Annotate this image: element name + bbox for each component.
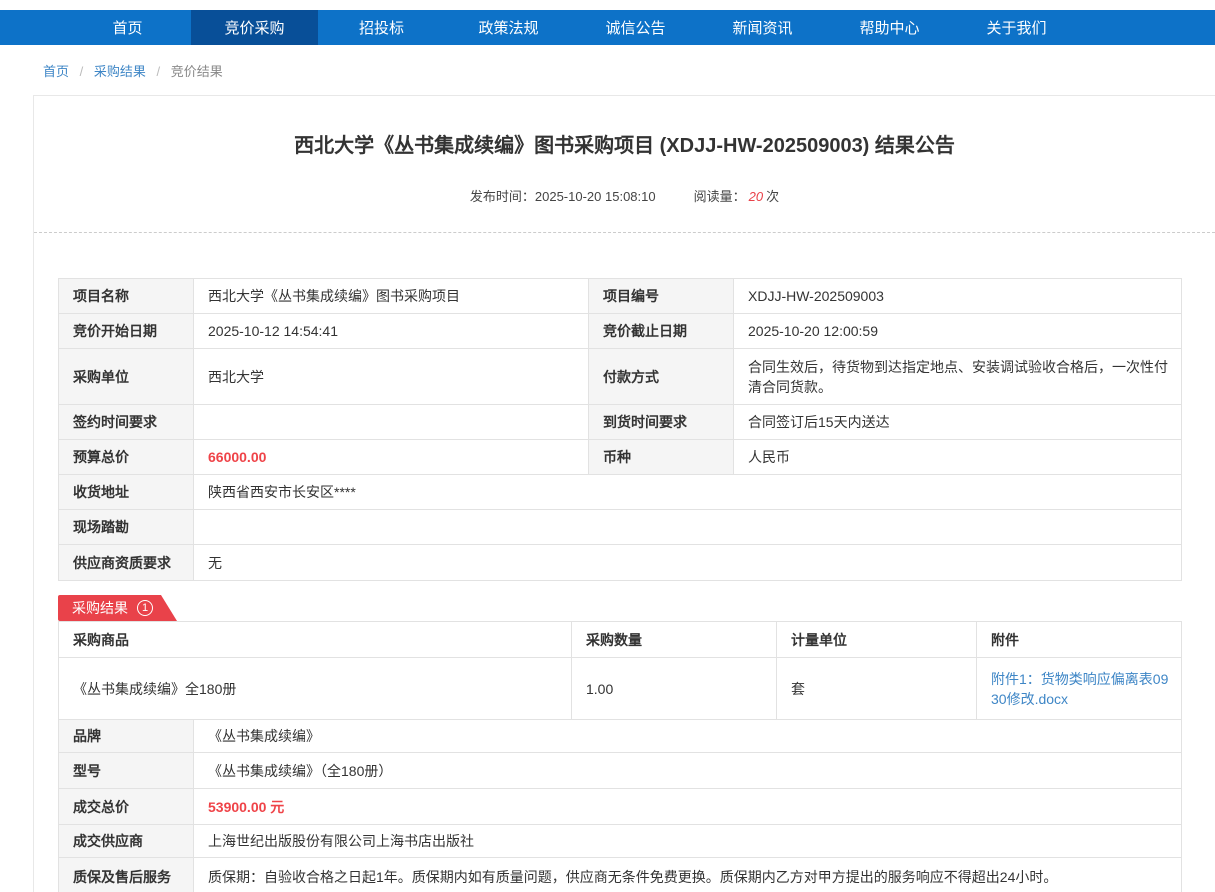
table-row: 成交总价 53900.00 元 [59, 789, 1182, 825]
field-label: 币种 [589, 440, 734, 475]
views-label: 阅读量： [694, 189, 746, 204]
result-detail-table: 品牌 《丛书集成续编》 型号 《丛书集成续编》（全180册） 成交总价 5390… [58, 719, 1182, 892]
field-label: 型号 [59, 753, 194, 789]
field-value: 合同生效后，待货物到达指定地点、安装调试验收合格后，一次性付清合同货款。 [734, 349, 1182, 405]
breadcrumb-separator: / [157, 64, 161, 79]
column-header-attachment: 附件 [977, 622, 1182, 658]
nav-item-bidding-purchase[interactable]: 竞价采购 [191, 10, 318, 45]
field-label: 到货时间要求 [589, 405, 734, 440]
publish-meta: 发布时间：2025-10-20 15:08:10 阅读量：20次 [34, 186, 1215, 205]
views-count: 20 [749, 189, 763, 204]
field-label: 供应商资质要求 [59, 545, 194, 581]
product-unit: 套 [777, 658, 977, 720]
field-value: 人民币 [734, 440, 1182, 475]
field-label: 收货地址 [59, 475, 194, 510]
field-value: 西北大学 [194, 349, 589, 405]
field-value: 《丛书集成续编》（全180册） [194, 753, 1182, 789]
table-row: 竞价开始日期 2025-10-12 14:54:41 竞价截止日期 2025-1… [59, 314, 1182, 349]
announcement-card: 西北大学《丛书集成续编》图书采购项目 (XDJJ-HW-202509003) 结… [33, 95, 1215, 892]
product-name: 《丛书集成续编》全180册 [59, 658, 572, 720]
purchase-result-badge-label: 采购结果 [72, 598, 128, 618]
purchase-result-badge: 采购结果 1 [58, 595, 177, 621]
result-count-circle: 1 [137, 600, 153, 616]
field-value: 陕西省西安市长安区**** [194, 475, 1182, 510]
attachment-link[interactable]: 附件1：货物类响应偏离表0930修改.docx [991, 671, 1168, 707]
table-row: 采购单位 西北大学 付款方式 合同生效后，待货物到达指定地点、安装调试验收合格后… [59, 349, 1182, 405]
field-label: 竞价开始日期 [59, 314, 194, 349]
nav-item-news[interactable]: 新闻资讯 [699, 10, 826, 45]
field-value: 《丛书集成续编》 [194, 720, 1182, 753]
table-row: 现场踏勘 [59, 510, 1182, 545]
page-title: 西北大学《丛书集成续编》图书采购项目 (XDJJ-HW-202509003) 结… [34, 132, 1215, 160]
product-row: 《丛书集成续编》全180册 1.00 套 附件1：货物类响应偏离表0930修改.… [59, 658, 1182, 720]
field-label: 预算总价 [59, 440, 194, 475]
field-label: 项目编号 [589, 279, 734, 314]
breadcrumb-home-link[interactable]: 首页 [43, 64, 69, 79]
field-label: 质保及售后服务 [59, 858, 194, 892]
table-row: 供应商资质要求 无 [59, 545, 1182, 581]
breadcrumb-separator: / [80, 64, 84, 79]
dashed-divider [34, 232, 1215, 233]
field-label: 签约时间要求 [59, 405, 194, 440]
breadcrumb-current: 竞价结果 [171, 64, 223, 79]
table-header-row: 采购商品 采购数量 计量单位 附件 [59, 622, 1182, 658]
column-header-unit: 计量单位 [777, 622, 977, 658]
field-value [194, 405, 589, 440]
table-row: 项目名称 西北大学《丛书集成续编》图书采购项目 项目编号 XDJJ-HW-202… [59, 279, 1182, 314]
nav-item-home[interactable]: 首页 [64, 10, 191, 45]
nav-item-help-center[interactable]: 帮助中心 [826, 10, 953, 45]
field-value: 质保期：自验收合格之日起1年。质保期内如有质量问题，供应商无条件免费更换。质保期… [194, 858, 1182, 892]
publish-time-value: 2025-10-20 15:08:10 [535, 189, 656, 204]
field-label: 采购单位 [59, 349, 194, 405]
deal-total-price: 53900.00 元 [194, 789, 1182, 825]
field-label: 现场踏勘 [59, 510, 194, 545]
nav-item-about-us[interactable]: 关于我们 [953, 10, 1080, 45]
nav-item-integrity-notice[interactable]: 诚信公告 [572, 10, 699, 45]
table-row: 签约时间要求 到货时间要求 合同签订后15天内送达 [59, 405, 1182, 440]
table-row: 型号 《丛书集成续编》（全180册） [59, 753, 1182, 789]
column-header-quantity: 采购数量 [572, 622, 777, 658]
field-label: 成交总价 [59, 789, 194, 825]
purchase-result-table: 采购商品 采购数量 计量单位 附件 《丛书集成续编》全180册 1.00 套 附… [58, 621, 1182, 720]
field-value [194, 510, 1182, 545]
breadcrumb: 首页 / 采购结果 / 竞价结果 [0, 45, 1215, 95]
field-label: 竞价截止日期 [589, 314, 734, 349]
views-unit: 次 [766, 189, 779, 204]
table-row: 成交供应商 上海世纪出版股份有限公司上海书店出版社 [59, 825, 1182, 858]
budget-total-value: 66000.00 [194, 440, 589, 475]
project-info-table: 项目名称 西北大学《丛书集成续编》图书采购项目 项目编号 XDJJ-HW-202… [58, 278, 1182, 581]
field-value: 合同签订后15天内送达 [734, 405, 1182, 440]
field-value: 西北大学《丛书集成续编》图书采购项目 [194, 279, 589, 314]
table-row: 收货地址 陕西省西安市长安区**** [59, 475, 1182, 510]
field-label: 付款方式 [589, 349, 734, 405]
top-whitespace [0, 0, 1215, 10]
table-row: 品牌 《丛书集成续编》 [59, 720, 1182, 753]
product-quantity: 1.00 [572, 658, 777, 720]
field-value: 2025-10-12 14:54:41 [194, 314, 589, 349]
main-navbar: 首页 竞价采购 招投标 政策法规 诚信公告 新闻资讯 帮助中心 关于我们 [0, 10, 1215, 45]
attachment-cell: 附件1：货物类响应偏离表0930修改.docx [977, 658, 1182, 720]
field-label: 成交供应商 [59, 825, 194, 858]
field-value: 2025-10-20 12:00:59 [734, 314, 1182, 349]
nav-item-tendering[interactable]: 招投标 [318, 10, 445, 45]
field-label: 品牌 [59, 720, 194, 753]
breadcrumb-section-link[interactable]: 采购结果 [94, 64, 146, 79]
publish-time-label: 发布时间： [470, 189, 535, 204]
table-row: 质保及售后服务 质保期：自验收合格之日起1年。质保期内如有质量问题，供应商无条件… [59, 858, 1182, 892]
nav-item-policies[interactable]: 政策法规 [445, 10, 572, 45]
table-row: 预算总价 66000.00 币种 人民币 [59, 440, 1182, 475]
field-value: XDJJ-HW-202509003 [734, 279, 1182, 314]
field-label: 项目名称 [59, 279, 194, 314]
field-value: 无 [194, 545, 1182, 581]
column-header-product: 采购商品 [59, 622, 572, 658]
field-value: 上海世纪出版股份有限公司上海书店出版社 [194, 825, 1182, 858]
